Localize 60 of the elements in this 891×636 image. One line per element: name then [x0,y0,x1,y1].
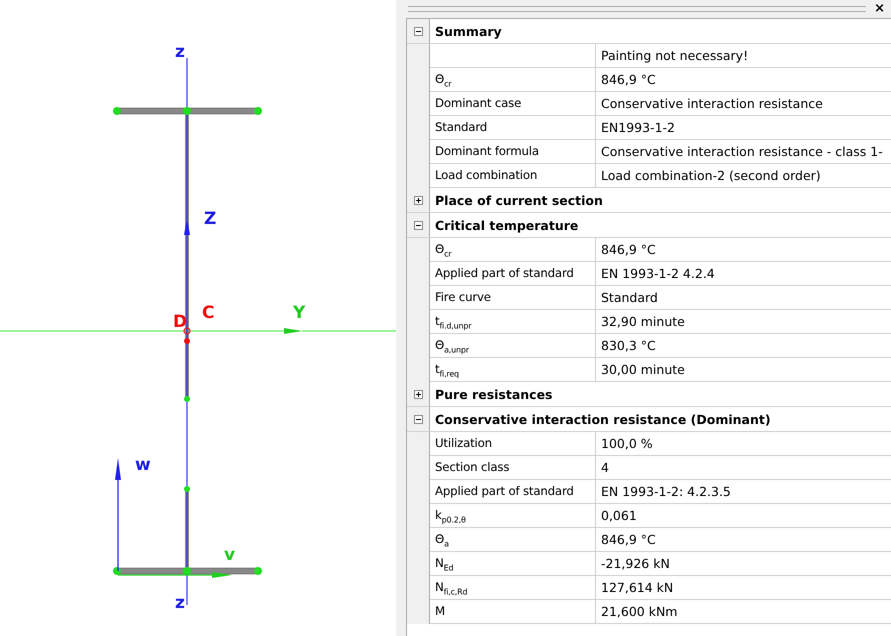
axis-label: Z [204,209,216,229]
property-label: Θ$_{a}$ [430,528,596,552]
expand-toggle[interactable] [414,414,422,424]
property-label: N$_{fi,c,Rd}$ [430,576,596,600]
property-label: Θ$_{cr}$ [430,68,596,92]
property-label: Dominant case [430,92,596,116]
section-title[interactable]: Conservative interaction resistance (Dominant) [430,407,771,431]
property-value: Standard [596,286,891,310]
expand-toggle[interactable] [414,196,422,204]
property-value: 4 [596,456,891,480]
property-value: EN1993-1-2 [596,116,891,140]
property-value: -21,926 kN [596,552,891,576]
property-label: N$_{Ed}$ [430,552,596,576]
property-label: Load combination [430,164,596,188]
property-label: t$_{fi.d,unpr}$ [430,310,596,334]
property-label: Θ$_{a,unpr}$ [430,334,596,358]
property-label: k$_{p0.2,θ}$ [430,504,596,528]
property-value: EN 1993-1-2: 4.2.3.5 [596,480,891,504]
close-button[interactable]: × [866,1,891,17]
property-label: M [430,600,596,624]
property-label: Standard [430,116,596,140]
property-label: Dominant formula [430,140,596,164]
axis-label: D [173,312,188,332]
section-title[interactable]: Summary [430,19,502,43]
property-value: 32,90 minute [596,310,891,334]
property-value: EN 1993-1-2 4.2.4 [596,262,891,286]
property-value: Load combination-2 (second order) [596,164,891,188]
property-value: 846,9 °C [596,238,891,262]
section-title[interactable]: Place of current section [430,188,603,212]
property-value: Conservative interaction resistance - class 1- [596,140,891,164]
property-label: Utilization [430,432,596,456]
axis-label: C [202,303,214,323]
property-label: Θ$_{cr}$ [430,238,596,262]
property-value: 127,614 kN [596,576,891,600]
property-label: t$_{fi,req}$ [430,358,596,382]
property-label: Fire curve [430,286,596,310]
property-value: 21,600 kNm [596,600,891,624]
property-label: Section class [430,456,596,480]
property-value: 0,061 [596,504,891,528]
axis-label: v [224,545,236,565]
property-label: Applied part of standard [430,480,596,504]
expand-toggle[interactable] [414,220,422,230]
property-value: Painting not necessary! [596,44,891,68]
property-value: 846,9 °C [596,68,891,92]
expand-toggle[interactable] [414,390,422,398]
section-title[interactable]: Pure resistances [430,382,552,406]
axis-label: Y [293,303,306,323]
expand-toggle[interactable] [414,26,422,36]
axis-label: z [175,42,185,62]
point-markers [184,328,190,344]
property-value: 830,3 °C [596,334,891,358]
section-title[interactable]: Critical temperature [430,213,578,237]
arrowhead-icon [184,218,190,235]
property-label: Applied part of standard [430,262,596,286]
property-value: 100,0 % [596,432,891,456]
axis-label: z [175,593,185,613]
axis-label: w [135,455,151,475]
property-value: 846,9 °C [596,528,891,552]
property-value: 30,00 minute [596,358,891,382]
property-value: Conservative interaction resistance [596,92,891,116]
